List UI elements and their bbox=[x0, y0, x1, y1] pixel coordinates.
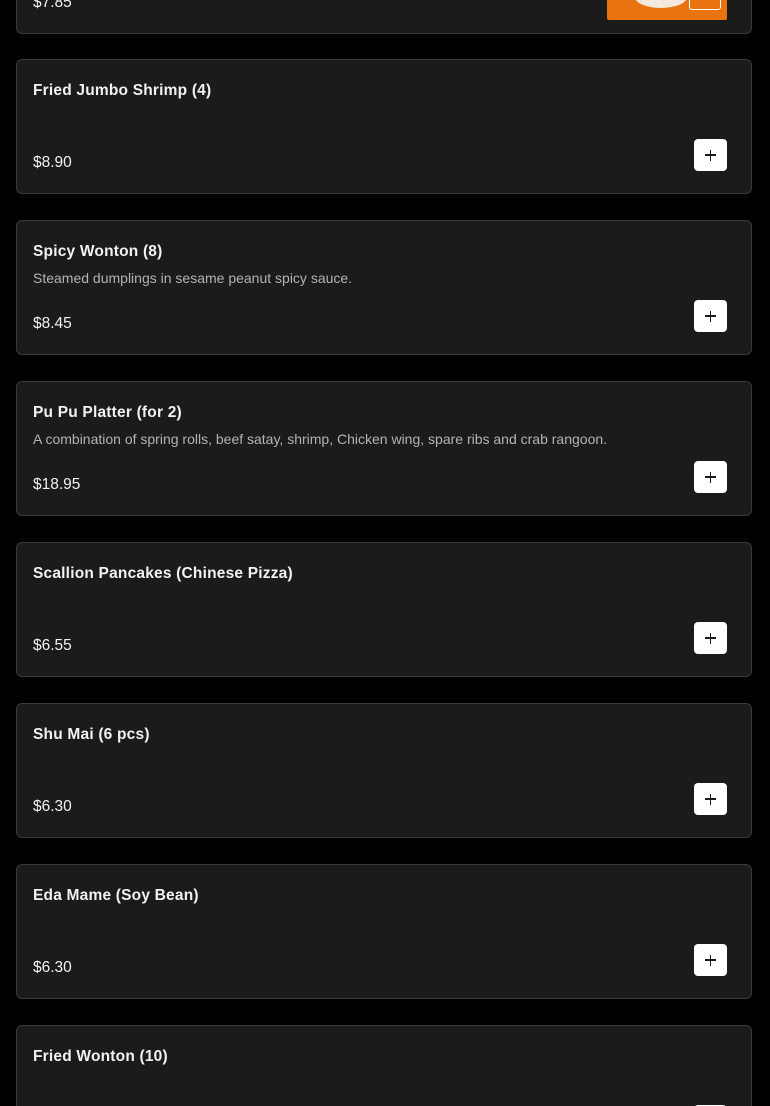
menu-item-card[interactable]: Fried Jumbo Shrimp (4) $8.90 bbox=[16, 59, 752, 194]
item-description: Steamed dumplings in sesame peanut spicy… bbox=[33, 270, 353, 286]
item-name: Shu Mai (6 pcs) bbox=[33, 726, 150, 743]
menu-item-card[interactable]: Pu Pu Platter (for 2) A combination of s… bbox=[16, 381, 752, 516]
item-price: $8.90 bbox=[33, 154, 72, 171]
image-badge bbox=[689, 0, 721, 10]
item-price: $6.55 bbox=[33, 637, 72, 654]
add-to-cart-button[interactable] bbox=[694, 783, 727, 815]
item-description: A combination of spring rolls, beef sata… bbox=[33, 431, 608, 447]
item-price: $8.45 bbox=[33, 315, 72, 332]
add-to-cart-button[interactable] bbox=[694, 944, 727, 976]
food-plate-image bbox=[635, 0, 687, 8]
menu-item-card[interactable]: Scallion Pancakes (Chinese Pizza) $6.55 bbox=[16, 542, 752, 677]
item-price: $6.30 bbox=[33, 959, 72, 976]
item-name: Scallion Pancakes (Chinese Pizza) bbox=[33, 565, 293, 582]
menu-item-card[interactable]: Spicy Wonton (8) Steamed dumplings in se… bbox=[16, 220, 752, 355]
item-name: Fried Jumbo Shrimp (4) bbox=[33, 82, 212, 99]
menu-item-card[interactable]: Eda Mame (Soy Bean) $6.30 bbox=[16, 864, 752, 999]
add-to-cart-button[interactable] bbox=[694, 461, 727, 493]
menu-item-card[interactable]: Fried Wonton (10) bbox=[16, 1025, 752, 1106]
item-name: Eda Mame (Soy Bean) bbox=[33, 887, 199, 904]
add-to-cart-button[interactable] bbox=[694, 300, 727, 332]
menu-list: $7.85 Fried Jumbo Shrimp (4) $8.90 Spicy… bbox=[0, 0, 770, 1106]
item-name: Fried Wonton (10) bbox=[33, 1048, 168, 1065]
item-price: $6.30 bbox=[33, 798, 72, 815]
item-price: $7.85 bbox=[33, 0, 72, 11]
item-image[interactable] bbox=[607, 0, 727, 20]
add-to-cart-button[interactable] bbox=[694, 139, 727, 171]
menu-item-card[interactable]: Shu Mai (6 pcs) $6.30 bbox=[16, 703, 752, 838]
menu-item-card[interactable]: $7.85 bbox=[16, 0, 752, 34]
item-price: $18.95 bbox=[33, 476, 81, 493]
item-name: Spicy Wonton (8) bbox=[33, 243, 163, 260]
item-name: Pu Pu Platter (for 2) bbox=[33, 404, 182, 421]
add-to-cart-button[interactable] bbox=[694, 622, 727, 654]
